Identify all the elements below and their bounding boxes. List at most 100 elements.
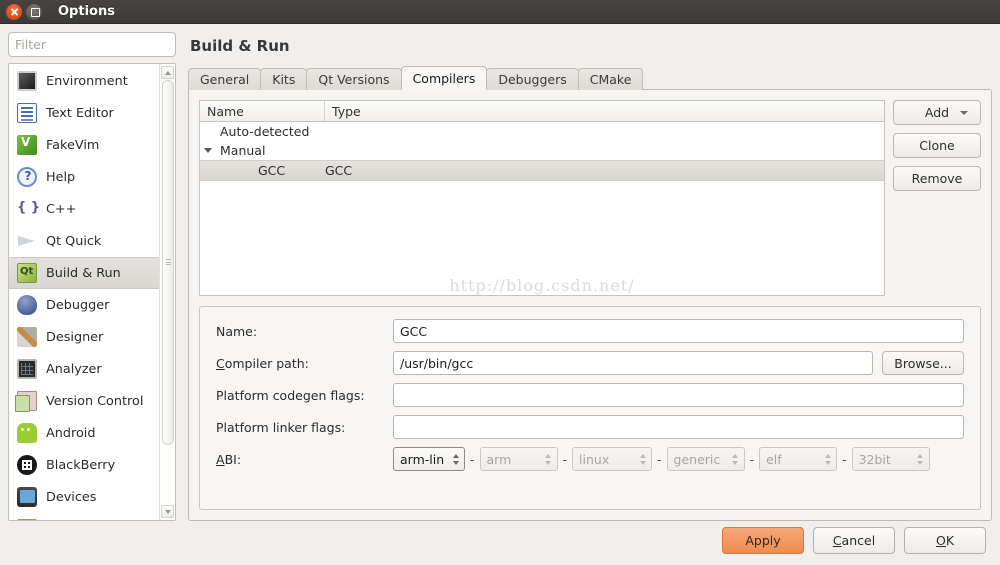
abi-full-combo[interactable]: arm-lin <box>393 447 465 471</box>
platform-linker-input[interactable] <box>393 415 964 439</box>
partial-icon <box>17 519 37 520</box>
tab-kits[interactable]: Kits <box>260 68 308 90</box>
scrollbar-track[interactable] <box>161 80 174 504</box>
tab-general[interactable]: General <box>188 68 262 90</box>
compilers-tree[interactable]: Name Type Auto-detected Manual GCC GCC http… <box>199 100 885 296</box>
sidebar-item-analyzer[interactable]: Analyzer <box>9 353 159 385</box>
clone-compiler-button[interactable]: Clone <box>893 133 981 158</box>
tab-cmake[interactable]: CMake <box>577 68 644 90</box>
name-input[interactable] <box>393 319 964 343</box>
name-label: Name: <box>216 323 258 339</box>
scrollbar-thumb[interactable] <box>161 80 174 445</box>
abi-label: ABI: <box>216 451 242 467</box>
sidebar-item-label: Version Control <box>46 393 144 409</box>
scroll-down-icon[interactable] <box>161 505 174 518</box>
spin-arrows-icon <box>915 453 926 465</box>
cell-name: GCC <box>258 163 286 178</box>
column-header-type[interactable]: Type <box>325 101 884 121</box>
sidebar-item-label: Help <box>46 169 76 185</box>
table-row[interactable]: Manual <box>200 141 884 160</box>
table-row[interactable]: Auto-detected <box>200 122 884 141</box>
name-row: Name: <box>216 319 964 343</box>
android-icon <box>17 423 37 443</box>
cancel-button[interactable]: Cancel <box>813 526 895 554</box>
sidebar-item-label: BlackBerry <box>46 457 116 473</box>
options-dialog: Options Environment Text Editor FakeVim Hel… <box>0 0 1000 565</box>
abi-binary-format-combo: elf <box>759 447 838 471</box>
category-scrollbar[interactable] <box>159 64 175 520</box>
tab-qt-versions[interactable]: Qt Versions <box>306 68 402 90</box>
tab-bar: General Kits Qt Versions Compilers Debuggers… <box>188 66 992 90</box>
cell-name: Manual <box>220 143 266 158</box>
sidebar-item-label: FakeVim <box>46 137 100 153</box>
sidebar-item-blackberry[interactable]: BlackBerry <box>9 449 159 481</box>
compiler-path-input[interactable] <box>393 351 873 375</box>
maximize-icon[interactable] <box>26 3 42 20</box>
spin-arrows-icon <box>822 453 833 465</box>
platform-codegen-label: Platform codegen flags: <box>216 387 365 403</box>
apply-button[interactable]: Apply <box>722 526 804 554</box>
qt-quick-icon <box>17 231 37 251</box>
close-icon[interactable] <box>6 3 22 20</box>
cpp-icon <box>17 199 40 219</box>
table-row[interactable]: GCC GCC <box>200 160 884 181</box>
designer-icon <box>17 327 37 347</box>
ok-button[interactable]: OK <box>904 526 986 554</box>
sidebar-item-devices[interactable]: Devices <box>9 481 159 513</box>
add-compiler-button[interactable]: Add <box>893 100 981 125</box>
spin-arrows-icon[interactable] <box>450 453 461 465</box>
sidebar-item-qt-quick[interactable]: Qt Quick <box>9 225 159 257</box>
abi-os-combo: linux <box>572 447 653 471</box>
version-control-icon <box>15 391 37 412</box>
sidebar-item-partial[interactable] <box>9 513 159 520</box>
filter-input[interactable] <box>8 32 176 57</box>
page-title: Build & Run <box>190 37 290 55</box>
category-list: Environment Text Editor FakeVim Help C++ Qt Q… <box>9 64 159 520</box>
remove-compiler-button[interactable]: Remove <box>893 166 981 191</box>
abi-combo-group: arm-lin - arm - linux - generic - elf -32bit <box>393 447 930 471</box>
sidebar-item-help[interactable]: Help <box>9 161 159 193</box>
compiler-path-label: Compiler path: <box>216 355 309 371</box>
expander-icon[interactable] <box>200 148 216 153</box>
sidebar-item-label: Qt Quick <box>46 233 102 249</box>
category-pane: Environment Text Editor FakeVim Help C++ Qt Q… <box>8 32 176 521</box>
settings-pane: Build & Run General Kits Qt Versions Compil… <box>176 32 992 521</box>
platform-codegen-row: Platform codegen flags: <box>216 383 964 407</box>
browse-button[interactable]: Browse... <box>882 351 964 375</box>
sidebar-item-label: Environment <box>46 73 128 89</box>
category-list-container: Environment Text Editor FakeVim Help C++ Qt Q… <box>8 63 176 521</box>
sidebar-item-c[interactable]: C++ <box>9 193 159 225</box>
sidebar-item-label: C++ <box>46 201 77 217</box>
abi-os-flavor-combo: generic <box>666 447 745 471</box>
sidebar-item-android[interactable]: Android <box>9 417 159 449</box>
compiler-details-group: Name: Compiler path: Browse... Platform … <box>199 306 981 510</box>
tab-debuggers[interactable]: Debuggers <box>486 68 579 90</box>
platform-linker-row: Platform linker flags: <box>216 415 964 439</box>
sidebar-item-fakevim[interactable]: FakeVim <box>9 129 159 161</box>
window-title: Options <box>58 4 115 19</box>
sidebar-item-label: Android <box>46 425 96 441</box>
column-header-name[interactable]: Name <box>200 101 325 121</box>
cell-type: GCC <box>325 163 353 178</box>
dialog-footer: Apply Cancel OK <box>0 521 1000 565</box>
sidebar-item-label: Build & Run <box>46 265 121 281</box>
text-editor-icon <box>17 103 37 123</box>
sidebar-item-label: Analyzer <box>46 361 102 377</box>
sidebar-item-designer[interactable]: Designer <box>9 321 159 353</box>
sidebar-item-version-control[interactable]: Version Control <box>9 385 159 417</box>
sidebar-item-text-editor[interactable]: Text Editor <box>9 97 159 129</box>
tab-compilers[interactable]: Compilers <box>400 66 488 90</box>
sidebar-item-label: Designer <box>46 329 104 345</box>
chevron-down-icon <box>960 110 968 115</box>
scroll-up-icon[interactable] <box>161 66 174 79</box>
abi-separator: - <box>470 451 475 467</box>
sidebar-item-debugger[interactable]: Debugger <box>9 289 159 321</box>
build-and-run-icon <box>17 263 37 283</box>
abi-row: ABI: arm-lin - arm - linux - generic - elf -32bit <box>216 447 964 471</box>
platform-codegen-input[interactable] <box>393 383 964 407</box>
abi-word-width-combo: 32bit <box>851 447 930 471</box>
sidebar-item-environment[interactable]: Environment <box>9 65 159 97</box>
platform-linker-label: Platform linker flags: <box>216 419 346 435</box>
sidebar-item-label: Text Editor <box>46 105 114 121</box>
sidebar-item-build-run[interactable]: Build & Run <box>9 257 159 289</box>
